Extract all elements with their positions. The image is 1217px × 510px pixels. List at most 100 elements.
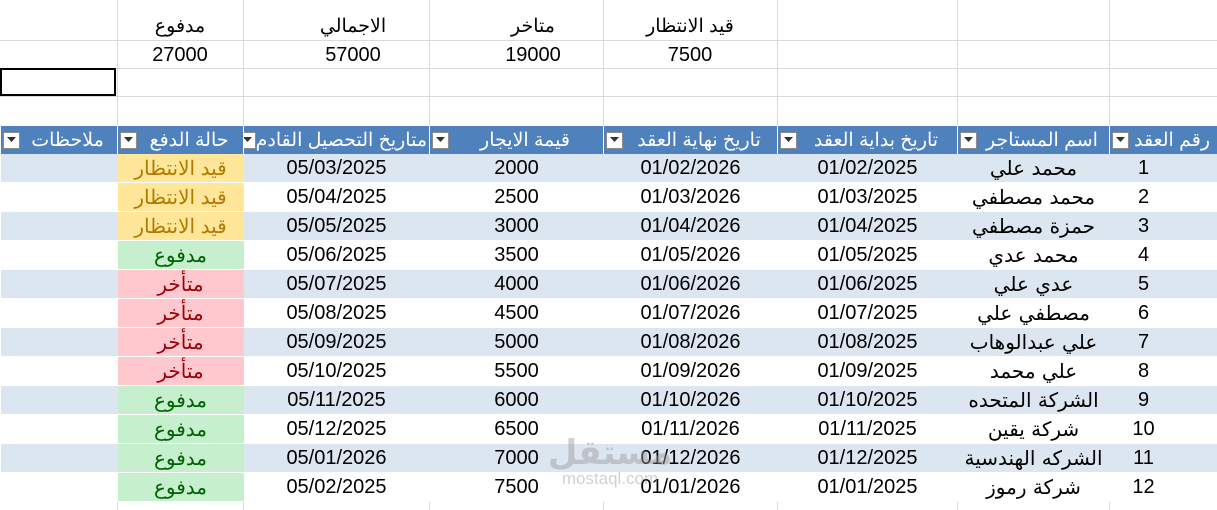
cell-start-date[interactable]: 01/02/2025 xyxy=(777,154,958,183)
cell-contract-no[interactable]: 4 xyxy=(1109,240,1217,270)
cell-notes[interactable] xyxy=(0,414,118,444)
cell-next-due[interactable]: 05/05/2025 xyxy=(243,211,430,241)
cell-end-date[interactable]: 01/12/2026 xyxy=(603,443,778,473)
cell-status[interactable]: متأخر xyxy=(117,327,244,357)
cell-end-date[interactable]: 01/04/2026 xyxy=(603,211,778,241)
cell-contract-no[interactable]: 10 xyxy=(1109,414,1217,444)
cell-tenant[interactable]: محمد علي xyxy=(957,154,1110,183)
cell-start-date[interactable]: 01/11/2025 xyxy=(777,414,958,444)
cell-contract-no[interactable]: 3 xyxy=(1109,211,1217,241)
cell-notes[interactable] xyxy=(0,385,118,415)
cell-start-date[interactable]: 01/06/2025 xyxy=(777,269,958,299)
cell-rent[interactable]: 6000 xyxy=(429,385,604,415)
cell-end-date[interactable]: 01/09/2026 xyxy=(603,356,778,386)
cell-end-date[interactable]: 01/08/2026 xyxy=(603,327,778,357)
cell-status[interactable]: مدفوع xyxy=(117,240,244,270)
cell-start-date[interactable]: 01/10/2025 xyxy=(777,385,958,415)
cell-notes[interactable] xyxy=(0,472,118,502)
cell-start-date[interactable]: 01/09/2025 xyxy=(777,356,958,386)
cell-contract-no[interactable]: 9 xyxy=(1109,385,1217,415)
cell-status[interactable]: مدفوع xyxy=(117,472,244,502)
cell-status[interactable]: مدفوع xyxy=(117,414,244,444)
cell-rent[interactable]: 4500 xyxy=(429,298,604,328)
cell-next-due[interactable]: 05/10/2025 xyxy=(243,356,430,386)
cell-status[interactable]: متأخر xyxy=(117,356,244,386)
cell-rent[interactable]: 6500 xyxy=(429,414,604,444)
cell-tenant[interactable]: حمزة مصطفي xyxy=(957,211,1110,241)
dropdown-arrow-icon[interactable] xyxy=(244,131,256,149)
cell-end-date[interactable]: 01/10/2026 xyxy=(603,385,778,415)
cell-start-date[interactable]: 01/08/2025 xyxy=(777,327,958,357)
cell-contract-no[interactable]: 5 xyxy=(1109,269,1217,299)
cell-notes[interactable] xyxy=(0,269,118,299)
cell-rent[interactable]: 4000 xyxy=(429,269,604,299)
cell-contract-no[interactable]: 11 xyxy=(1109,443,1217,473)
cell-notes[interactable] xyxy=(0,356,118,386)
cell-start-date[interactable]: 01/03/2025 xyxy=(777,182,958,212)
cell-rent[interactable]: 2500 xyxy=(429,182,604,212)
cell-notes[interactable] xyxy=(0,298,118,328)
cell-status[interactable]: متأخر xyxy=(117,298,244,328)
cell-end-date[interactable]: 01/07/2026 xyxy=(603,298,778,328)
cell-notes[interactable] xyxy=(0,443,118,473)
dropdown-arrow-icon[interactable] xyxy=(120,131,137,149)
cell-start-date[interactable]: 01/04/2025 xyxy=(777,211,958,241)
cell-end-date[interactable]: 01/06/2026 xyxy=(603,269,778,299)
cell-next-due[interactable]: 05/12/2025 xyxy=(243,414,430,444)
cell-contract-no[interactable]: 1 xyxy=(1109,154,1217,183)
cell-contract-no[interactable]: 7 xyxy=(1109,327,1217,357)
cell-next-due[interactable]: 05/09/2025 xyxy=(243,327,430,357)
cell-status[interactable]: قيد الانتظار xyxy=(117,211,244,241)
cell-status[interactable]: مدفوع xyxy=(117,443,244,473)
cell-status[interactable]: قيد الانتظار xyxy=(117,182,244,212)
cell-tenant[interactable]: الشركة المتحده xyxy=(957,385,1110,415)
cell-tenant[interactable]: محمد مصطفي xyxy=(957,182,1110,212)
cell-status[interactable]: مدفوع xyxy=(117,385,244,415)
cell-tenant[interactable]: مصطفي علي xyxy=(957,298,1110,328)
cell-notes[interactable] xyxy=(0,211,118,241)
cell-next-due[interactable]: 05/07/2025 xyxy=(243,269,430,299)
cell-rent[interactable]: 3500 xyxy=(429,240,604,270)
cell-tenant[interactable]: محمد عدي xyxy=(957,240,1110,270)
cell-tenant[interactable]: علي عبدالوهاب xyxy=(957,327,1110,357)
cell-end-date[interactable]: 01/03/2026 xyxy=(603,182,778,212)
dropdown-arrow-icon[interactable] xyxy=(780,131,797,149)
cell-tenant[interactable]: شركة يقين xyxy=(957,414,1110,444)
cell-next-due[interactable]: 05/11/2025 xyxy=(243,385,430,415)
selected-cell[interactable] xyxy=(0,68,116,96)
cell-next-due[interactable]: 05/03/2025 xyxy=(243,154,430,183)
cell-status[interactable]: قيد الانتظار xyxy=(117,154,244,183)
cell-start-date[interactable]: 01/05/2025 xyxy=(777,240,958,270)
cell-rent[interactable]: 2000 xyxy=(429,154,604,183)
cell-notes[interactable] xyxy=(0,182,118,212)
cell-contract-no[interactable]: 12 xyxy=(1109,472,1217,502)
cell-contract-no[interactable]: 6 xyxy=(1109,298,1217,328)
cell-end-date[interactable]: 01/01/2026 xyxy=(603,472,778,502)
cell-next-due[interactable]: 05/08/2025 xyxy=(243,298,430,328)
cell-tenant[interactable]: شركة رموز xyxy=(957,472,1110,502)
cell-next-due[interactable]: 05/06/2025 xyxy=(243,240,430,270)
cell-tenant[interactable]: عدي علي xyxy=(957,269,1110,299)
cell-notes[interactable] xyxy=(0,154,118,183)
cell-next-due[interactable]: 05/02/2025 xyxy=(243,472,430,502)
cell-notes[interactable] xyxy=(0,327,118,357)
dropdown-arrow-icon[interactable] xyxy=(606,131,623,149)
cell-notes[interactable] xyxy=(0,240,118,270)
cell-next-due[interactable]: 05/01/2026 xyxy=(243,443,430,473)
cell-tenant[interactable]: الشركه الهندسية xyxy=(957,443,1110,473)
dropdown-arrow-icon[interactable] xyxy=(3,131,20,149)
cell-end-date[interactable]: 01/02/2026 xyxy=(603,154,778,183)
cell-rent[interactable]: 5000 xyxy=(429,327,604,357)
cell-start-date[interactable]: 01/07/2025 xyxy=(777,298,958,328)
cell-contract-no[interactable]: 8 xyxy=(1109,356,1217,386)
cell-rent[interactable]: 5500 xyxy=(429,356,604,386)
cell-start-date[interactable]: 01/12/2025 xyxy=(777,443,958,473)
cell-rent[interactable]: 7000 xyxy=(429,443,604,473)
dropdown-arrow-icon[interactable] xyxy=(960,131,977,149)
cell-next-due[interactable]: 05/04/2025 xyxy=(243,182,430,212)
cell-tenant[interactable]: علي محمد xyxy=(957,356,1110,386)
cell-end-date[interactable]: 01/11/2026 xyxy=(603,414,778,444)
cell-rent[interactable]: 3000 xyxy=(429,211,604,241)
cell-status[interactable]: متأخر xyxy=(117,269,244,299)
cell-start-date[interactable]: 01/01/2025 xyxy=(777,472,958,502)
